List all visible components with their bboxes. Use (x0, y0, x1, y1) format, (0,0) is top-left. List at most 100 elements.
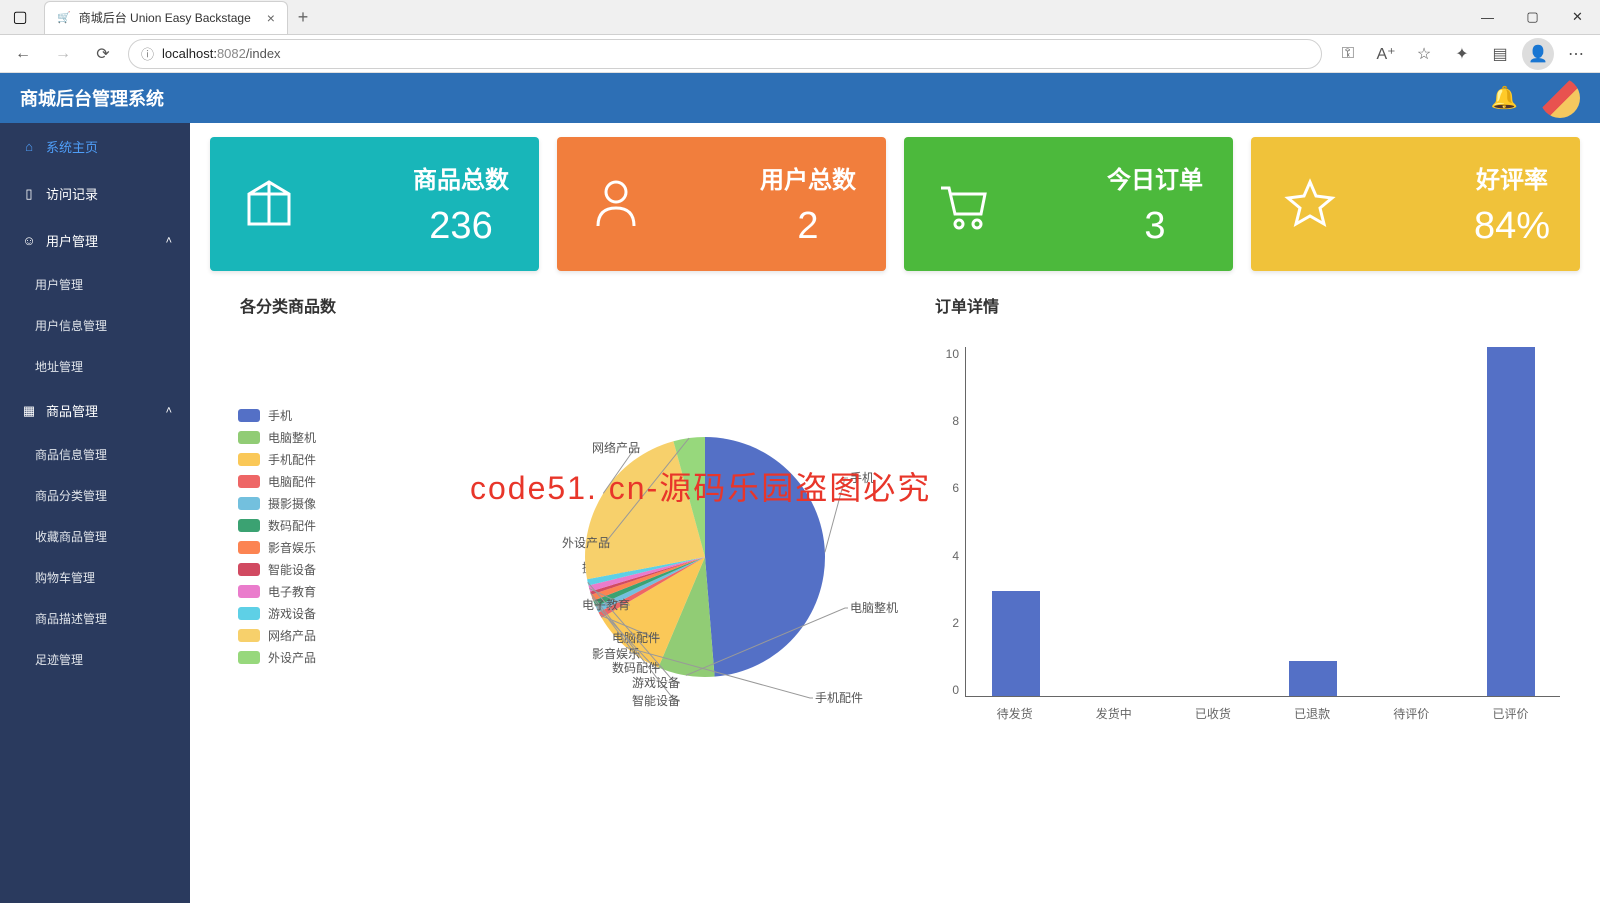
sidebar-item-0[interactable]: ⌂系统主页 (0, 123, 190, 170)
legend-item[interactable]: 电脑配件 (238, 473, 316, 490)
bar-chart (965, 347, 1560, 697)
menu-icon: ☺ (18, 233, 40, 248)
stat-icon (581, 169, 651, 239)
legend-item[interactable]: 智能设备 (238, 561, 316, 578)
legend-label: 智能设备 (268, 561, 316, 578)
stat-value: 84% (1474, 205, 1550, 248)
favicon-icon: 🛒 (57, 11, 71, 24)
slice-label: 游戏设备 (632, 676, 680, 690)
tab-groups-icon[interactable]: ▢ (0, 0, 40, 35)
bar-0[interactable] (992, 591, 1040, 696)
read-aloud-icon[interactable]: A⁺ (1370, 38, 1402, 70)
menu-label: 用户管理 (46, 231, 166, 250)
stat-cards: 商品总数236用户总数2 今日订单 3 好评率 84% (210, 137, 1580, 271)
legend-swatch (238, 629, 260, 642)
slice-label: 电脑整机 (850, 600, 898, 615)
menu-icon: ⌂ (18, 139, 40, 154)
sidebar-subitem[interactable]: 足迹管理 (0, 639, 190, 680)
collections-icon[interactable]: ▤ (1484, 38, 1516, 70)
chevron-up-icon: ˄ (166, 235, 172, 247)
legend-item[interactable]: 外设产品 (238, 649, 316, 666)
more-icon[interactable]: ⋯ (1560, 38, 1592, 70)
tab-close-icon[interactable]: × (267, 10, 275, 26)
sidebar-item-3[interactable]: ▦商品管理˄ (0, 387, 190, 434)
address-bar: ← → ⟳ ⓘ localhost:8082/index ⚿ A⁺ ☆ ✦ ▤ … (0, 35, 1600, 73)
legend-item[interactable]: 手机配件 (238, 451, 316, 468)
legend-item[interactable]: 电脑整机 (238, 429, 316, 446)
user-avatar[interactable] (1540, 78, 1580, 118)
url-host: localhost: (162, 46, 217, 61)
legend-swatch (238, 497, 260, 510)
legend-item[interactable]: 手机 (238, 407, 316, 424)
stat-card-3[interactable]: 好评率 84% (1251, 137, 1580, 271)
sidebar-subitem[interactable]: 商品分类管理 (0, 475, 190, 516)
bar-chart-panel: 订单详情 1086420 待发货发货中已收货已退款待评价已评价 (905, 287, 1580, 747)
sidebar-subitem[interactable]: 用户管理 (0, 264, 190, 305)
bar-5[interactable] (1487, 347, 1535, 696)
legend-item[interactable]: 影音娱乐 (238, 539, 316, 556)
stat-card-1[interactable]: 用户总数2 (557, 137, 886, 271)
legend-swatch (238, 541, 260, 554)
key-icon[interactable]: ⚿ (1332, 38, 1364, 70)
legend-item[interactable]: 网络产品 (238, 627, 316, 644)
slice-label: 网络产品 (592, 440, 640, 455)
sidebar-subitem[interactable]: 购物车管理 (0, 557, 190, 598)
sidebar-subitem[interactable]: 用户信息管理 (0, 305, 190, 346)
pie-legend: 手机电脑整机手机配件电脑配件摄影摄像数码配件影音娱乐智能设备电子教育游戏设备网络… (238, 407, 316, 671)
favorites-bar-icon[interactable]: ✦ (1446, 38, 1478, 70)
notification-bell-icon[interactable]: 🔔 (1491, 85, 1518, 111)
favorite-icon[interactable]: ☆ (1408, 38, 1440, 70)
legend-label: 手机配件 (268, 451, 316, 468)
legend-item[interactable]: 数码配件 (238, 517, 316, 534)
menu-icon: ▦ (18, 403, 40, 419)
x-tick: 待评价 (1362, 705, 1461, 722)
legend-label: 电脑整机 (268, 429, 316, 446)
back-button[interactable]: ← (8, 39, 38, 69)
minimize-button[interactable]: — (1465, 0, 1510, 35)
legend-item[interactable]: 游戏设备 (238, 605, 316, 622)
stat-icon (1275, 169, 1345, 239)
forward-button[interactable]: → (48, 39, 78, 69)
sidebar-subitem[interactable]: 收藏商品管理 (0, 516, 190, 557)
pie-chart-panel: 各分类商品数 手机电脑整机手机配件电脑配件摄影摄像数码配件影音娱乐智能设备电子教… (210, 287, 885, 747)
sidebar-item-1[interactable]: ▯访问记录 (0, 170, 190, 217)
main-content: 商品总数236用户总数2今日订单3好评率84% 各分类商品数 手机电脑整机手机配… (190, 123, 1600, 903)
stat-label: 用户总数 (760, 160, 856, 195)
y-tick: 8 (937, 414, 959, 428)
url-input[interactable]: ⓘ localhost:8082/index (128, 39, 1322, 69)
slice-label: 手机配件 (815, 691, 863, 705)
legend-label: 手机 (268, 407, 292, 424)
sidebar-subitem[interactable]: 商品信息管理 (0, 434, 190, 475)
stat-card-2[interactable]: 今日订单 3 (904, 137, 1233, 271)
stat-label: 好评率 (1474, 160, 1550, 195)
legend-swatch (238, 409, 260, 422)
bar-3[interactable] (1289, 661, 1337, 696)
menu-icon: ▯ (18, 186, 40, 202)
menu-label: 商品管理 (46, 401, 166, 420)
legend-item[interactable]: 摄影摄像 (238, 495, 316, 512)
maximize-button[interactable]: ▢ (1510, 0, 1555, 35)
x-tick: 已评价 (1461, 705, 1560, 722)
stat-value: 3 (1107, 205, 1203, 248)
close-window-button[interactable]: ✕ (1555, 0, 1600, 35)
app-title: 商城后台管理系统 (20, 85, 1580, 111)
slice-label: 电子教育 (582, 597, 630, 612)
legend-label: 数码配件 (268, 517, 316, 534)
browser-tab[interactable]: 🛒 商城后台 Union Easy Backstage × (44, 1, 288, 34)
refresh-button[interactable]: ⟳ (88, 39, 118, 69)
tab-title: 商城后台 Union Easy Backstage (79, 9, 251, 26)
profile-icon[interactable]: 👤 (1522, 38, 1554, 70)
new-tab-button[interactable]: + (288, 7, 318, 28)
legend-swatch (238, 475, 260, 488)
legend-item[interactable]: 电子教育 (238, 583, 316, 600)
site-info-icon[interactable]: ⓘ (141, 44, 154, 63)
sidebar-subitem[interactable]: 商品描述管理 (0, 598, 190, 639)
sidebar-item-2[interactable]: ☺ 用户管理˄ (0, 217, 190, 264)
browser-tabbar: ▢ 🛒 商城后台 Union Easy Backstage × + — ▢ ✕ (0, 0, 1600, 35)
bar-chart-title: 订单详情 (905, 287, 1580, 327)
stat-card-0[interactable]: 商品总数236 (210, 137, 539, 271)
stat-label: 今日订单 (1107, 160, 1203, 195)
app-header: 商城后台管理系统 🔔 (0, 73, 1600, 123)
legend-swatch (238, 563, 260, 576)
sidebar-subitem[interactable]: 地址管理 (0, 346, 190, 387)
